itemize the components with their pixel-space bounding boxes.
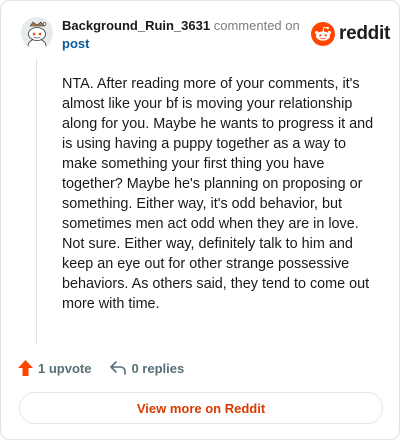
comment-card: Background_Ruin_3631 commented on post r… bbox=[0, 0, 400, 440]
action-text: commented on bbox=[213, 18, 300, 33]
snoo-avatar-icon bbox=[21, 17, 53, 49]
reply-arrow-icon bbox=[110, 361, 127, 375]
comment-header: Background_Ruin_3631 commented on post bbox=[62, 17, 302, 53]
thread-line bbox=[36, 59, 37, 343]
reddit-logo[interactable]: reddit bbox=[311, 21, 390, 47]
upvote-count: 1 upvote bbox=[38, 360, 92, 376]
user-avatar[interactable] bbox=[21, 17, 53, 49]
comment-body: NTA. After reading more of your comments… bbox=[62, 76, 374, 312]
view-more-button[interactable]: View more on Reddit bbox=[19, 392, 383, 424]
replies-button[interactable]: 0 replies bbox=[109, 360, 184, 376]
comment-actions: 1 upvote 0 replies bbox=[17, 357, 184, 379]
reddit-wordmark: reddit bbox=[339, 23, 390, 44]
post-link[interactable]: post bbox=[62, 35, 302, 53]
upvote-button[interactable]: 1 upvote bbox=[17, 359, 91, 377]
username-link[interactable]: Background_Ruin_3631 bbox=[62, 18, 210, 33]
reddit-snoo-icon bbox=[311, 22, 335, 46]
upvote-arrow-icon bbox=[18, 360, 33, 376]
replies-count: 0 replies bbox=[131, 360, 185, 376]
